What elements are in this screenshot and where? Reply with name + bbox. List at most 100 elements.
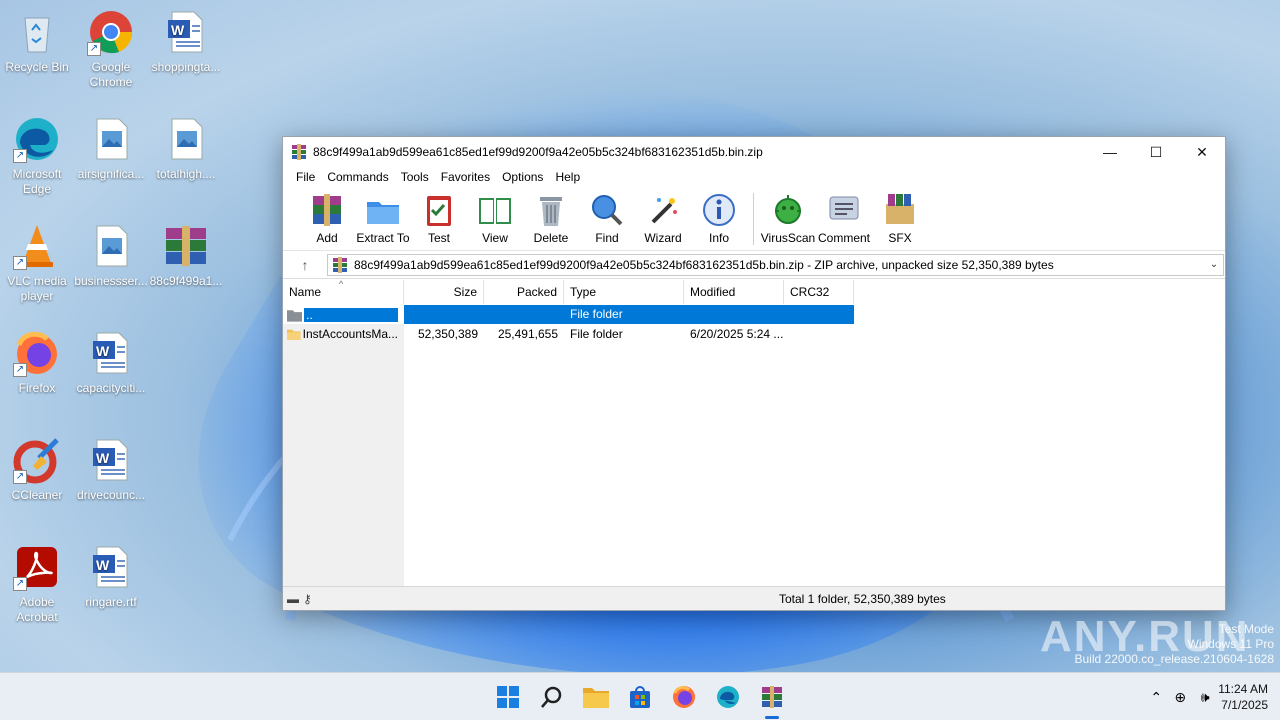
file-list: Name ^ Size Packed Type Modified CRC32 ..… xyxy=(283,279,1225,586)
sfx-button[interactable]: SFX xyxy=(872,191,928,245)
desktop-icon-label: CCleaner xyxy=(11,488,63,502)
toolbar: Add Extract To Test View Delete Find Wiz… xyxy=(283,187,1225,251)
taskbar-search-button[interactable] xyxy=(536,681,568,713)
view-book-icon xyxy=(479,198,511,224)
system-tray: ⌃ ⊕ 🕪 11:24 AM 7/1/2025 xyxy=(1144,673,1280,720)
drive-icon[interactable]: ▬ xyxy=(287,592,299,606)
row-crc-cell xyxy=(784,305,854,324)
desktop-icon[interactable]: airsignifica... xyxy=(74,115,148,182)
find-button[interactable]: Find xyxy=(579,191,635,245)
desktop-icon[interactable]: Wringare.rtf xyxy=(74,543,148,610)
column-crc32[interactable]: CRC32 xyxy=(784,280,854,304)
menu-favorites[interactable]: Favorites xyxy=(435,170,496,184)
close-button[interactable]: ✕ xyxy=(1179,137,1225,167)
table-row[interactable]: .. File folder xyxy=(283,305,854,324)
chevron-down-icon[interactable]: ⌄ xyxy=(1205,259,1223,270)
chevron-up-icon[interactable]: ⌃ xyxy=(1144,689,1168,706)
key-icon[interactable]: ⚷ xyxy=(303,592,312,606)
column-size[interactable]: Size xyxy=(404,280,484,304)
info-icon xyxy=(703,194,735,226)
desktop-icon[interactable]: Wdrivecounc... xyxy=(74,436,148,503)
trash-icon xyxy=(540,197,562,226)
network-icon[interactable]: ⊕ xyxy=(1168,689,1192,706)
image-file-icon xyxy=(87,222,135,270)
menu-options[interactable]: Options xyxy=(496,170,549,184)
column-type[interactable]: Type xyxy=(564,280,684,304)
menu-tools[interactable]: Tools xyxy=(395,170,435,184)
word-doc-icon: W xyxy=(162,8,210,56)
desktop-icon[interactable]: businessser... xyxy=(74,222,148,289)
extract-to-button[interactable]: Extract To xyxy=(355,191,411,245)
virusscan-button[interactable]: VirusScan xyxy=(760,191,816,245)
menu-help[interactable]: Help xyxy=(549,170,586,184)
clock-date: 7/1/2025 xyxy=(1221,698,1268,712)
add-archive-icon xyxy=(313,194,341,226)
extract-to-label: Extract To xyxy=(356,231,410,245)
taskbar-file-explorer[interactable] xyxy=(580,681,612,713)
wizard-button[interactable]: Wizard xyxy=(635,191,691,245)
desktop-icon[interactable]: Wcapacityciti... xyxy=(74,329,148,396)
column-modified[interactable]: Modified xyxy=(684,280,784,304)
desktop-icon[interactable]: ↗ CCleaner xyxy=(0,436,74,503)
desktop-icon[interactable]: ↗ Microsoft Edge xyxy=(0,115,74,197)
sfx-label: SFX xyxy=(888,231,912,245)
sort-arrow-icon: ^ xyxy=(339,279,344,289)
clock[interactable]: 11:24 AM 7/1/2025 xyxy=(1218,681,1280,713)
extract-folder-icon xyxy=(367,202,399,224)
row-type-cell: File folder xyxy=(570,326,623,341)
delete-button[interactable]: Delete xyxy=(523,191,579,245)
clock-time: 11:24 AM xyxy=(1218,682,1268,696)
wizard-label: Wizard xyxy=(644,231,682,245)
table-row[interactable]: InstAccountsMa... 52,350,389 25,491,655 … xyxy=(283,324,854,343)
up-one-level-button[interactable]: ↑ xyxy=(283,252,327,278)
row-name-cell: .. xyxy=(283,307,404,322)
title-bar[interactable]: 88c9f499a1ab9d599ea61c85ed1ef99d9200f9a4… xyxy=(283,137,1225,167)
desktop-icon[interactable]: ↗ Firefox xyxy=(0,329,74,396)
desktop-icon[interactable]: totalhigh.... xyxy=(149,115,223,182)
address-text: 88c9f499a1ab9d599ea61c85ed1ef99d9200f9a4… xyxy=(354,257,1054,272)
desktop-icon[interactable]: Recycle Bin xyxy=(0,8,74,75)
taskbar-store[interactable] xyxy=(624,681,656,713)
desktop-icon[interactable]: 88c9f499a1... xyxy=(149,222,223,289)
maximize-button[interactable]: ☐ xyxy=(1133,137,1179,167)
desktop-icon-label: 88c9f499a1... xyxy=(149,274,223,288)
minimize-button[interactable]: — xyxy=(1087,137,1133,167)
address-field[interactable]: 88c9f499a1ab9d599ea61c85ed1ef99d9200f9a4… xyxy=(327,253,1224,276)
shortcut-arrow-icon: ↗ xyxy=(13,363,27,377)
desktop-icon-label: airsignifica... xyxy=(77,167,145,181)
shortcut-arrow-icon: ↗ xyxy=(13,577,27,591)
desktop-icon-label: VLC media player xyxy=(7,274,67,303)
speaker-icon[interactable]: 🕪 xyxy=(1192,689,1218,706)
menu-file[interactable]: File xyxy=(290,170,321,184)
left-pane xyxy=(283,324,404,586)
desktop-icon-label: Microsoft Edge xyxy=(12,167,62,196)
search-icon xyxy=(541,686,562,708)
start-button[interactable] xyxy=(492,681,524,713)
desktop-icon-label: totalhigh.... xyxy=(156,167,216,181)
svg-text:W: W xyxy=(96,450,110,466)
shortcut-arrow-icon: ↗ xyxy=(13,470,27,484)
desktop-icon[interactable]: ↗ Google Chrome xyxy=(74,8,148,90)
taskbar-firefox[interactable] xyxy=(668,681,700,713)
info-button[interactable]: Info xyxy=(691,191,747,245)
row-size-cell: 52,350,389 xyxy=(417,326,478,341)
desktop-icon[interactable]: ↗ VLC media player xyxy=(0,222,74,304)
taskbar-edge[interactable] xyxy=(712,681,744,713)
comment-button[interactable]: Comment xyxy=(816,191,872,245)
view-button[interactable]: View xyxy=(467,191,523,245)
desktop-icon-label: Firefox xyxy=(18,381,56,395)
virusscan-label: VirusScan xyxy=(760,231,816,245)
add-button[interactable]: Add xyxy=(299,191,355,245)
desktop-icon[interactable]: Wshoppingta... xyxy=(149,8,223,75)
column-name[interactable]: Name ^ xyxy=(283,279,404,304)
desktop-icon[interactable]: ↗ Adobe Acrobat xyxy=(0,543,74,625)
menu-commands[interactable]: Commands xyxy=(321,170,394,184)
address-bar: ↑ 88c9f499a1ab9d599ea61c85ed1ef99d9200f9… xyxy=(283,251,1225,279)
word-doc-icon: W xyxy=(87,543,135,591)
test-button[interactable]: Test xyxy=(411,191,467,245)
column-packed[interactable]: Packed xyxy=(484,280,564,304)
shortcut-arrow-icon: ↗ xyxy=(13,256,27,270)
winrar-icon xyxy=(762,686,782,708)
taskbar-winrar[interactable] xyxy=(756,681,788,719)
add-label: Add xyxy=(316,231,338,245)
